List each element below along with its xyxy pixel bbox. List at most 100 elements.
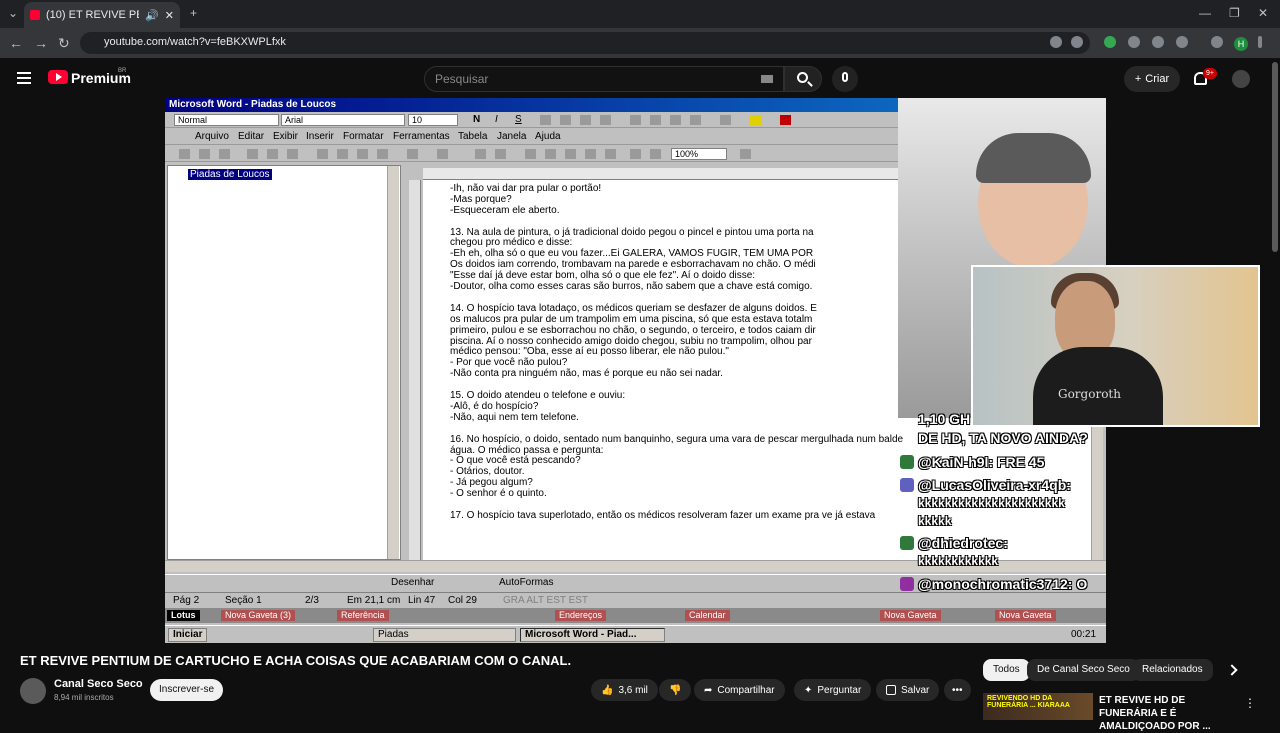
font-combo[interactable]: Arial [281, 114, 405, 126]
size-combo[interactable]: 10 [408, 114, 458, 126]
browser-tab[interactable]: (10) ET REVIVE PENTIUM DE 🔊 ✕ [24, 2, 180, 28]
reload-icon[interactable]: ↻ [58, 35, 70, 52]
print-icon[interactable] [247, 149, 258, 159]
save-button[interactable]: Salvar [876, 679, 940, 701]
chip-todos[interactable]: Todos [983, 659, 1030, 681]
keyboard-icon[interactable] [761, 75, 773, 83]
columns-icon[interactable] [585, 149, 596, 159]
recommendation-thumbnail[interactable]: REVIVENDO HD DA FUNERÁRIA ... KIARAAA [983, 693, 1093, 720]
extensions-puzzle-icon[interactable] [1176, 36, 1188, 48]
save-icon[interactable] [219, 149, 230, 159]
decrease-indent-icon[interactable] [670, 115, 681, 125]
create-button[interactable]: + Criar [1124, 66, 1180, 92]
menu-tabela[interactable]: Tabela [458, 131, 487, 142]
align-left-icon[interactable] [540, 115, 551, 125]
menu-editar[interactable]: Editar [238, 131, 264, 142]
style-combo[interactable]: Normal [174, 114, 279, 126]
page-scrollbar[interactable] [1272, 62, 1278, 252]
tab-search-icon[interactable] [1211, 36, 1223, 48]
open-icon[interactable] [199, 149, 210, 159]
align-center-icon[interactable] [560, 115, 571, 125]
document-map-scrollbar[interactable] [387, 166, 399, 559]
bold-button[interactable]: N [473, 114, 480, 125]
lotus-tab[interactable]: Nova Gaveta [995, 610, 1056, 621]
autoshapes-menu[interactable]: AutoFormas [499, 577, 553, 588]
lotus-tab[interactable]: Referência [337, 610, 389, 621]
more-actions-button[interactable]: ••• [944, 679, 971, 701]
borders-icon[interactable] [720, 115, 731, 125]
menu-formatar[interactable]: Formatar [343, 131, 384, 142]
menu-exibir[interactable]: Exibir [273, 131, 298, 142]
web-toolbar-icon[interactable] [495, 149, 506, 159]
account-avatar[interactable] [1232, 70, 1250, 88]
zoom-combo[interactable]: 100% [671, 148, 727, 160]
underline-button[interactable]: S [515, 114, 522, 125]
align-right-icon[interactable] [580, 115, 591, 125]
document-map-icon[interactable] [630, 149, 641, 159]
excel-icon[interactable] [565, 149, 576, 159]
bookmark-icon[interactable] [1071, 36, 1083, 48]
speaker-icon[interactable]: 🔊 [145, 9, 159, 22]
chevron-right-icon[interactable] [1226, 664, 1238, 676]
insert-table-icon[interactable] [545, 149, 556, 159]
chip-related[interactable]: Relacionados [1132, 659, 1213, 681]
print-preview-icon[interactable] [267, 149, 278, 159]
search-button[interactable] [784, 66, 822, 92]
voice-search-button[interactable] [832, 66, 858, 92]
drawing-icon[interactable] [605, 149, 616, 159]
restore-icon[interactable]: ❐ [1229, 6, 1240, 20]
back-icon[interactable]: ← [9, 35, 23, 51]
hamburger-menu-icon[interactable] [17, 72, 31, 84]
recommendation-title[interactable]: ET REVIVE HD DE FUNERÁRIA E É AMALDIÇOAD… [1099, 694, 1239, 733]
paste-icon[interactable] [357, 149, 368, 159]
undo-icon[interactable] [407, 149, 418, 159]
taskbar-item-word[interactable]: Microsoft Word - Piad... [520, 628, 665, 642]
channel-avatar[interactable] [20, 678, 46, 704]
new-document-icon[interactable] [179, 149, 190, 159]
lotus-logo[interactable]: Lotus [167, 610, 200, 621]
extension-icon[interactable] [1104, 36, 1116, 48]
url-field[interactable]: youtube.com/watch?v=feBKXWPLfxk [80, 32, 1090, 54]
lotus-tab[interactable]: Endereços [555, 610, 607, 621]
youtube-logo-icon[interactable] [48, 70, 68, 84]
increase-indent-icon[interactable] [690, 115, 701, 125]
draw-menu[interactable]: Desenhar [391, 577, 434, 588]
forward-icon[interactable]: → [34, 35, 48, 51]
hyperlink-icon[interactable] [475, 149, 486, 159]
window-close-icon[interactable]: ✕ [1258, 6, 1268, 20]
subscribe-button[interactable]: Inscrever-se [150, 679, 223, 701]
justify-icon[interactable] [600, 115, 611, 125]
ask-button[interactable]: ✦ Perguntar [794, 679, 872, 701]
menu-ferramentas[interactable]: Ferramentas [393, 131, 450, 142]
menu-inserir[interactable]: Inserir [306, 131, 334, 142]
help-icon[interactable] [740, 149, 751, 159]
tab-list-icon[interactable]: ⌄ [8, 6, 18, 20]
share-button[interactable]: ➦ Compartilhar [694, 679, 785, 701]
channel-name[interactable]: Canal Seco Seco [54, 678, 143, 690]
show-hide-icon[interactable] [650, 149, 661, 159]
font-color-icon[interactable] [780, 115, 791, 125]
taskbar-item-piadas[interactable]: Piadas [373, 628, 516, 642]
start-button[interactable]: Iniciar [168, 628, 208, 642]
more-vert-icon[interactable]: ⋮ [1244, 696, 1256, 710]
install-icon[interactable] [1050, 36, 1062, 48]
bullets-icon[interactable] [650, 115, 661, 125]
browser-menu-icon[interactable] [1258, 36, 1262, 48]
dislike-button[interactable]: 👎 [659, 679, 692, 701]
like-button[interactable]: 👍 3,6 mil [591, 679, 658, 701]
new-tab-icon[interactable]: + [190, 6, 197, 20]
tab-close-icon[interactable]: ✕ [165, 9, 174, 22]
format-painter-icon[interactable] [377, 149, 388, 159]
search-input[interactable]: Pesquisar [424, 66, 784, 92]
chip-channel[interactable]: De Canal Seco Seco [1027, 659, 1140, 681]
extension-icon[interactable] [1128, 36, 1140, 48]
minimize-icon[interactable]: — [1199, 6, 1211, 20]
copy-icon[interactable] [337, 149, 348, 159]
menu-ajuda[interactable]: Ajuda [535, 131, 561, 142]
italic-button[interactable]: I [495, 114, 498, 125]
lotus-tab[interactable]: Calendar [685, 610, 730, 621]
menu-arquivo[interactable]: Arquivo [195, 131, 229, 142]
highlight-icon[interactable] [750, 115, 761, 125]
redo-icon[interactable] [437, 149, 448, 159]
extension-icon[interactable] [1152, 36, 1164, 48]
